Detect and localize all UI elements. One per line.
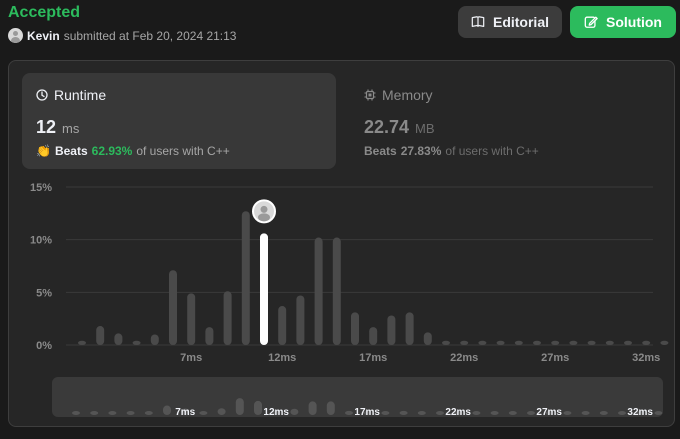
bar <box>587 340 596 345</box>
avatar-marker-body <box>258 213 270 222</box>
minimap-bar <box>436 411 444 415</box>
minimap-bar <box>345 410 353 415</box>
minimap-bar <box>108 411 117 415</box>
minimap-bar <box>326 401 335 415</box>
bar <box>78 340 86 345</box>
highlighted-bar <box>260 233 268 345</box>
minimap-tick-label: 12ms <box>263 407 289 418</box>
bar <box>96 326 105 345</box>
minimap-tick-label: 22ms <box>445 407 471 418</box>
minimap-bar <box>490 411 499 415</box>
y-tick-label: 5% <box>36 287 52 299</box>
bar <box>369 327 378 345</box>
x-tick-label: 27ms <box>541 352 569 364</box>
minimap-bar <box>308 401 317 415</box>
bar <box>332 237 341 345</box>
bar <box>187 293 196 345</box>
minimap-tick-label: 32ms <box>627 407 653 418</box>
minimap-tick-label: 7ms <box>175 407 195 418</box>
bar <box>405 312 414 345</box>
bar <box>514 340 523 345</box>
minimap-bar <box>508 411 517 415</box>
bar <box>605 340 614 345</box>
bar <box>478 340 487 345</box>
minimap-bar <box>72 411 80 415</box>
bar <box>642 340 651 345</box>
minimap-tick-label: 17ms <box>354 407 380 418</box>
bar <box>150 334 159 345</box>
bar <box>533 340 541 345</box>
minimap-bar <box>235 398 244 415</box>
runtime-distribution-chart: 15% 10% 5% 0% 7ms 12ms 17ms 22ms 27ms 32ms 7ms 12ms… <box>30 182 669 418</box>
minimap-tick-label: 27ms <box>536 407 562 418</box>
minimap-bar <box>90 411 99 415</box>
bar <box>624 340 632 345</box>
bar <box>278 306 287 345</box>
avatar-marker-head <box>260 205 268 213</box>
bar <box>223 291 232 345</box>
bar <box>241 211 250 345</box>
bar <box>460 340 469 345</box>
y-tick-label: 10% <box>30 235 52 247</box>
minimap-bar <box>290 408 299 415</box>
y-tick-label: 0% <box>36 340 52 352</box>
bar <box>296 295 305 345</box>
minimap-bar <box>254 400 262 415</box>
bar <box>551 340 560 345</box>
minimap-bar <box>563 411 572 415</box>
bar <box>569 340 578 345</box>
minimap-bar <box>472 411 481 415</box>
minimap-bar <box>399 410 408 415</box>
minimap-bar <box>163 405 171 415</box>
bar <box>314 237 323 345</box>
minimap-bar <box>217 408 226 415</box>
bar <box>387 315 396 345</box>
bar <box>660 340 669 345</box>
bar <box>169 270 177 345</box>
minimap-bar <box>654 411 663 415</box>
x-tick-label: 12ms <box>268 352 296 364</box>
minimap-bar <box>599 411 608 415</box>
minimap-bar <box>581 411 590 415</box>
minimap-bar <box>527 411 535 415</box>
x-tick-label: 32ms <box>632 352 660 364</box>
x-tick-label: 7ms <box>180 352 202 364</box>
bar <box>205 327 214 345</box>
minimap-bar <box>199 411 208 415</box>
x-tick-label: 22ms <box>450 352 478 364</box>
bar <box>351 312 359 345</box>
bar <box>496 340 505 345</box>
minimap-bar <box>417 411 426 415</box>
y-tick-label: 15% <box>30 182 52 194</box>
minimap-bar <box>144 411 153 415</box>
minimap-bar <box>126 411 135 415</box>
minimap-bar <box>381 411 390 415</box>
bar <box>114 333 123 345</box>
bar <box>132 340 141 345</box>
bar <box>423 332 432 345</box>
minimap-bar <box>618 411 626 415</box>
x-tick-label: 17ms <box>359 352 387 364</box>
bar <box>442 340 450 345</box>
